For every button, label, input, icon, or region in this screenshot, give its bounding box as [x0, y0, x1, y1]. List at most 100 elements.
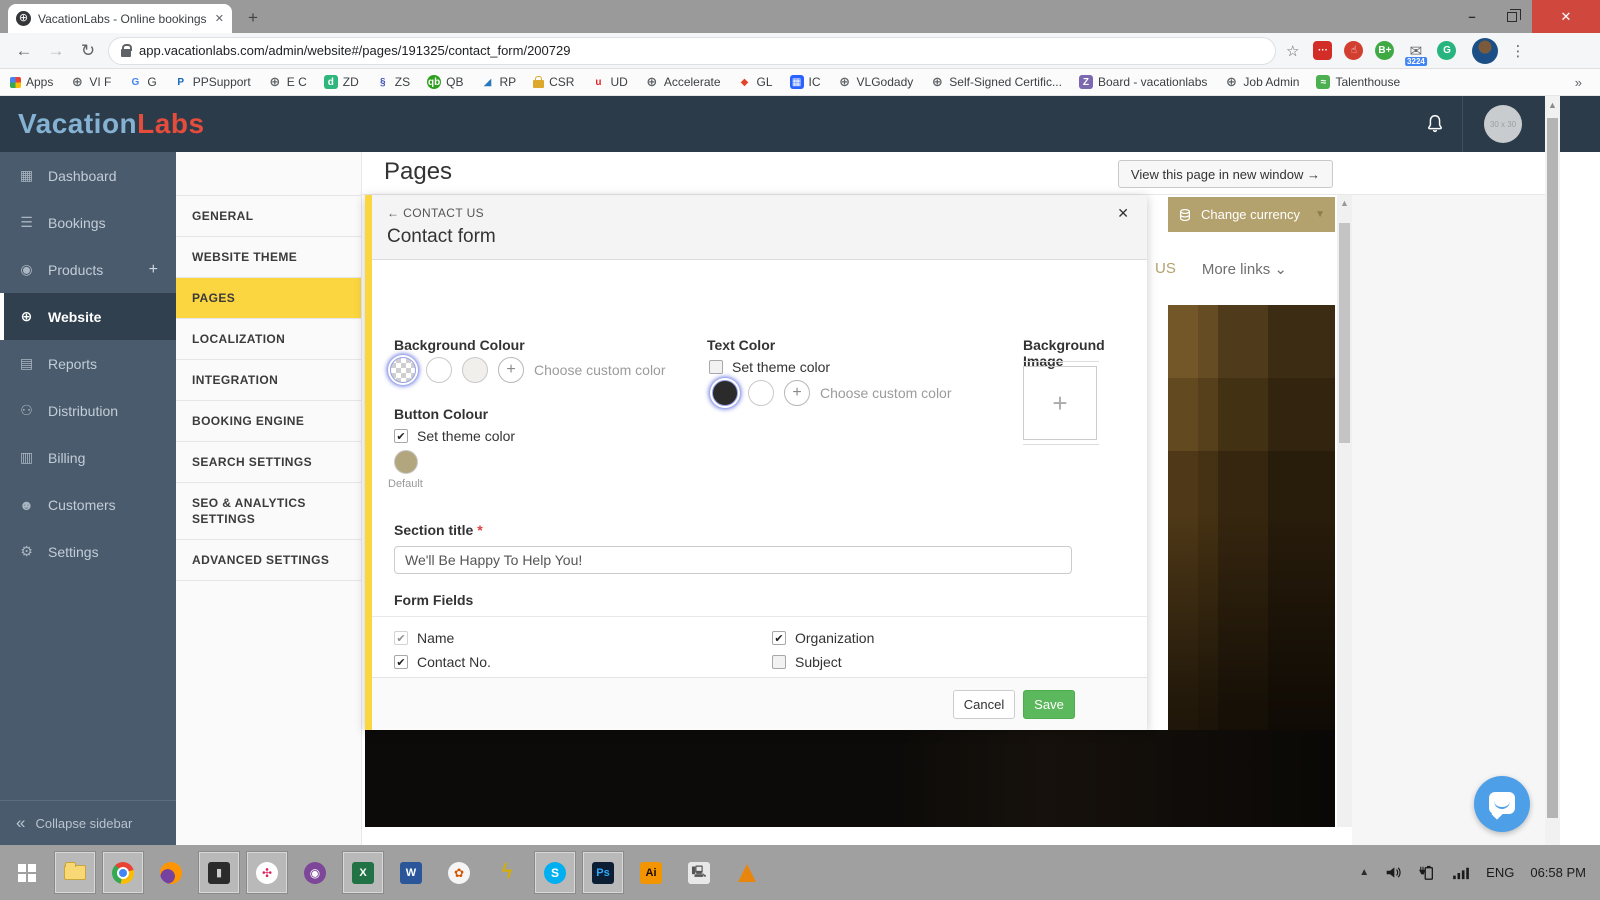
button-colour-theme-checkbox-row[interactable]: ✔Set theme color	[394, 428, 515, 444]
form-field-row-contact-no-[interactable]: ✔Contact No.	[394, 654, 491, 670]
network-signal-icon[interactable]	[1452, 866, 1470, 880]
bookmark-item[interactable]: ⊕E C	[268, 75, 307, 89]
reload-button[interactable]: ↻	[72, 41, 104, 61]
window-close-button[interactable]: ✕	[1532, 0, 1600, 33]
scroll-up-arrow-icon[interactable]: ▲	[1337, 195, 1352, 208]
new-tab-button[interactable]: +	[248, 8, 258, 28]
preview-change-currency-bar[interactable]: Change currency ▼	[1168, 197, 1335, 232]
slack-icon[interactable]: ✣	[246, 851, 288, 894]
word-icon[interactable]: W	[390, 851, 432, 894]
form-field-row-subject[interactable]: Subject	[772, 654, 842, 670]
submenu-item-advanced-settings[interactable]: ADVANCED SETTINGS	[176, 539, 361, 581]
bookmark-item[interactable]: ⊕VI F	[70, 75, 111, 89]
bookmark-item[interactable]: ⊕Self-Signed Certific...	[930, 75, 1062, 89]
cancel-button[interactable]: Cancel	[953, 690, 1015, 719]
color-swatch[interactable]	[748, 380, 774, 406]
bookmark-item[interactable]: PPPSupport	[174, 75, 251, 89]
excel-icon[interactable]: X	[342, 851, 384, 894]
back-button[interactable]: ←	[8, 41, 40, 61]
notification-bell-icon[interactable]	[1424, 113, 1446, 140]
tray-expand-icon[interactable]: ▲	[1359, 867, 1369, 878]
choose-custom-color-link[interactable]: Choose custom color	[534, 362, 666, 378]
display-icon[interactable]: 🖳	[678, 851, 720, 894]
browser-profile-avatar[interactable]	[1472, 38, 1498, 64]
sidebar-item-settings[interactable]: ⚙Settings	[0, 528, 176, 575]
bookmark-item[interactable]: §ZS	[376, 75, 410, 89]
form-field-row-name[interactable]: ✔Name	[394, 630, 454, 646]
address-bar[interactable]: app.vacationlabs.com/admin/website#/page…	[108, 37, 1276, 65]
stop-hand-icon[interactable]: ☝	[1344, 41, 1363, 60]
mail-icon[interactable]: ✉3224	[1406, 41, 1425, 60]
lastpass-icon[interactable]: ···	[1313, 41, 1332, 60]
sidebar-item-billing[interactable]: ▥Billing	[0, 434, 176, 481]
chat-widget-button[interactable]	[1474, 776, 1530, 832]
browser-tab[interactable]: ⊕ VacationLabs - Online bookings f ✕	[8, 4, 232, 33]
submenu-item-localization[interactable]: LOCALIZATION	[176, 318, 361, 359]
browser-scroll-up-icon[interactable]: ▲	[1545, 96, 1560, 110]
file-explorer-icon[interactable]	[54, 851, 96, 894]
tray-language[interactable]: ENG	[1486, 865, 1514, 880]
bookmark-item[interactable]: uUD	[591, 75, 627, 89]
submenu-item-booking-engine[interactable]: BOOKING ENGINE	[176, 400, 361, 441]
sidebar-item-bookings[interactable]: ☰Bookings	[0, 199, 176, 246]
text-color-theme-checkbox-row[interactable]: Set theme color	[709, 359, 830, 375]
form-field-row-organization[interactable]: ✔Organization	[772, 630, 874, 646]
color-swatch[interactable]	[426, 357, 452, 383]
save-button[interactable]: Save	[1023, 690, 1075, 719]
submenu-item-pages[interactable]: PAGES	[176, 277, 361, 318]
checkbox[interactable]: ✔	[394, 429, 408, 443]
checkbox[interactable]: ✔	[772, 631, 786, 645]
window-minimize-button[interactable]: –	[1452, 0, 1492, 33]
bookmark-item[interactable]: Apps	[10, 75, 53, 89]
preview-scrollbar[interactable]: ▲	[1337, 195, 1352, 827]
illustrator-icon[interactable]: Ai	[630, 851, 672, 894]
paint-icon[interactable]: ✿	[438, 851, 480, 894]
bookmark-item[interactable]: ◆GL	[738, 75, 773, 89]
grammarly-icon[interactable]: G	[1437, 41, 1456, 60]
firefox-icon[interactable]	[150, 851, 192, 894]
button-colour-default-swatch[interactable]	[394, 450, 418, 474]
add-product-icon[interactable]: +	[149, 261, 158, 279]
submenu-item-seo-analytics-settings[interactable]: SEO & ANALYTICS SETTINGS	[176, 482, 361, 539]
dark-app-icon[interactable]: ▮	[198, 851, 240, 894]
checkbox[interactable]	[709, 360, 723, 374]
lightning-tool-icon[interactable]: ϟ	[486, 851, 528, 894]
sidebar-item-distribution[interactable]: ⚇Distribution	[0, 387, 176, 434]
bookmark-item[interactable]: ▦IC	[790, 75, 821, 89]
submenu-item-search-settings[interactable]: SEARCH SETTINGS	[176, 441, 361, 482]
submenu-item-integration[interactable]: INTEGRATION	[176, 359, 361, 400]
tor-browser-icon[interactable]: ◉	[294, 851, 336, 894]
collapse-sidebar-button[interactable]: «Collapse sidebar	[0, 800, 176, 845]
section-title-input[interactable]	[394, 546, 1072, 574]
breadcrumb-back-link[interactable]: ← CONTACT US	[387, 206, 484, 220]
vacationlabs-logo[interactable]: VacationLabs	[18, 108, 205, 140]
checkbox[interactable]: ✔	[394, 655, 408, 669]
view-page-new-window-button[interactable]: View this page in new window →	[1118, 160, 1333, 188]
transparent-swatch[interactable]	[390, 357, 416, 383]
sidebar-item-customers[interactable]: ☻Customers	[0, 481, 176, 528]
bookmark-item[interactable]: ⊕VLGodady	[838, 75, 914, 89]
photoshop-icon[interactable]: Ps	[582, 851, 624, 894]
bookmark-item[interactable]: qbQB	[427, 75, 463, 89]
tray-clock[interactable]: 06:58 PM	[1530, 865, 1586, 880]
sidebar-item-dashboard[interactable]: ▦Dashboard	[0, 152, 176, 199]
sidebar-item-products[interactable]: ◉Products+	[0, 246, 176, 293]
bookmark-star-icon[interactable]: ☆	[1286, 42, 1299, 60]
preview-country-label[interactable]: US	[1155, 260, 1176, 277]
bookmark-item[interactable]: CSR	[533, 75, 574, 89]
bookmark-item[interactable]: ZBoard - vacationlabs	[1079, 75, 1207, 89]
speaker-icon[interactable]	[1385, 865, 1402, 880]
bookmark-item[interactable]: ⊕Accelerate	[645, 75, 721, 89]
window-restore-button[interactable]	[1492, 0, 1532, 33]
browser-menu-icon[interactable]: ⋮	[1510, 42, 1525, 60]
b-plus-icon[interactable]: B+	[1375, 41, 1394, 60]
browser-scrollbar-thumb[interactable]	[1547, 118, 1558, 818]
bookmarks-overflow-icon[interactable]: »	[1575, 75, 1582, 90]
choose-custom-color-link[interactable]: Choose custom color	[820, 385, 952, 401]
close-icon[interactable]: ✕	[1117, 205, 1129, 222]
preview-scrollbar-thumb[interactable]	[1339, 223, 1350, 443]
battery-icon[interactable]	[1418, 865, 1436, 881]
sidebar-item-website[interactable]: ⊕Website	[0, 293, 176, 340]
forward-button[interactable]: →	[40, 41, 72, 61]
bookmark-item[interactable]: ⊕Job Admin	[1224, 75, 1299, 89]
